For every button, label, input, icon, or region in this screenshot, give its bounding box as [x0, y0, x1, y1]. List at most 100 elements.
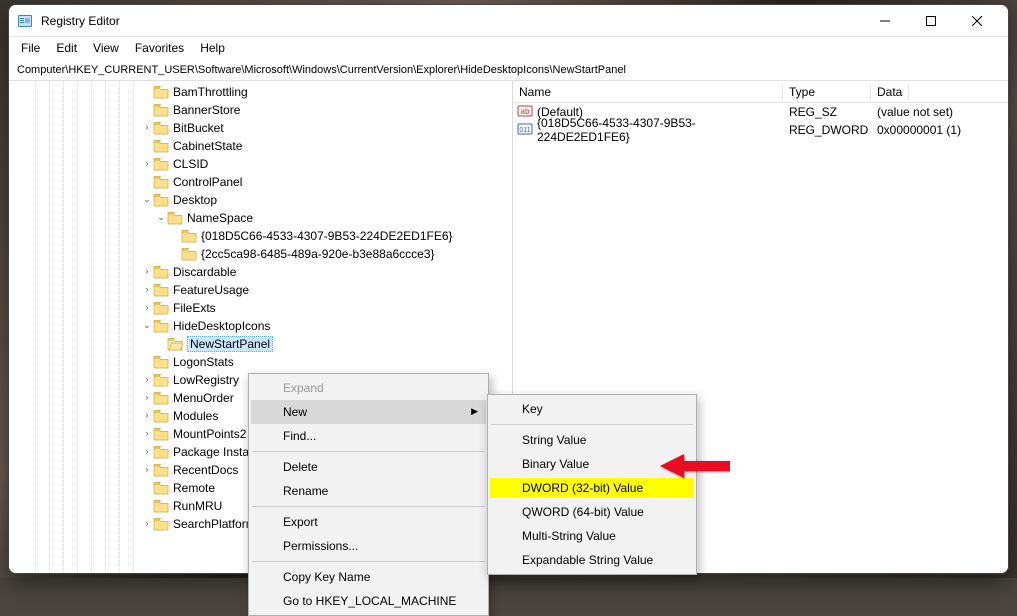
tree-label[interactable]: LowRegistry [173, 373, 239, 387]
tree-label[interactable]: Modules [173, 409, 218, 423]
context-item[interactable]: Find... [251, 424, 486, 448]
expand-icon[interactable]: ⌄ [141, 195, 153, 205]
tree-label[interactable]: CabinetState [173, 139, 242, 153]
svg-text:011: 011 [519, 127, 530, 134]
folder-icon [153, 355, 169, 369]
folder-icon [153, 319, 169, 333]
submenu-item[interactable]: Key [490, 397, 694, 421]
folder-icon [153, 373, 169, 387]
tree-label[interactable]: LogonStats [173, 355, 234, 369]
folder-icon [153, 85, 169, 99]
expand-icon[interactable]: › [141, 429, 153, 439]
tree-node[interactable]: ⌄ HideDesktopIcons [9, 317, 512, 335]
expand-icon[interactable]: ⌄ [155, 213, 167, 223]
tree-node[interactable]: LogonStats [9, 353, 512, 371]
menu-view[interactable]: View [85, 39, 127, 57]
tree-label[interactable]: HideDesktopIcons [173, 319, 270, 333]
tree-node[interactable]: {2cc5ca98-6485-489a-920e-b3e88a6ccce3} [9, 245, 512, 263]
separator [252, 506, 485, 507]
tree-label[interactable]: BitBucket [173, 121, 224, 135]
folder-icon [153, 283, 169, 297]
folder-icon [167, 211, 183, 225]
tree-node[interactable]: › CLSID [9, 155, 512, 173]
col-name[interactable]: Name [513, 83, 783, 101]
value-row[interactable]: 011{018D5C66-4533-4307-9B53-224DE2ED1FE6… [513, 121, 1008, 139]
folder-icon [167, 337, 183, 351]
tree-node[interactable]: BannerStore [9, 101, 512, 119]
context-item[interactable]: Go to HKEY_LOCAL_MACHINE [251, 589, 486, 613]
context-item[interactable]: Permissions... [251, 534, 486, 558]
tree-label[interactable]: FeatureUsage [173, 283, 249, 297]
submenu-item[interactable]: Expandable String Value [490, 548, 694, 572]
menu-edit[interactable]: Edit [48, 39, 85, 57]
tree-node[interactable]: › BitBucket [9, 119, 512, 137]
tree-label[interactable]: NewStartPanel [187, 336, 273, 352]
tree-label[interactable]: MountPoints2 [173, 427, 246, 441]
tree-label[interactable]: FileExts [173, 301, 216, 315]
tree-node[interactable]: › FeatureUsage [9, 281, 512, 299]
expand-icon[interactable]: › [141, 267, 153, 277]
tree-label[interactable]: NameSpace [187, 211, 253, 225]
titlebar[interactable]: Registry Editor [9, 5, 1008, 37]
submenu-item[interactable]: Multi-String Value [490, 524, 694, 548]
tree-node[interactable]: ControlPanel [9, 173, 512, 191]
expand-icon[interactable]: › [141, 159, 153, 169]
tree-label[interactable]: ControlPanel [173, 175, 242, 189]
folder-icon [153, 409, 169, 423]
tree-node[interactable]: ⌄ NameSpace [9, 209, 512, 227]
tree-label[interactable]: RunMRU [173, 499, 222, 513]
tree-label[interactable]: RecentDocs [173, 463, 238, 477]
submenu-item[interactable]: String Value [490, 428, 694, 452]
tree-node[interactable]: NewStartPanel [9, 335, 512, 353]
context-menu[interactable]: ExpandNew▶Find... DeleteRename ExportPermi… [248, 373, 489, 616]
tree-node[interactable]: {018D5C66-4533-4307-9B53-224DE2ED1FE6} [9, 227, 512, 245]
tree-label[interactable]: BannerStore [173, 103, 240, 117]
context-item[interactable]: Copy Key Name [251, 565, 486, 589]
menu-help[interactable]: Help [192, 39, 233, 57]
expand-icon[interactable]: › [141, 393, 153, 403]
expand-icon[interactable]: › [141, 519, 153, 529]
expand-icon[interactable]: › [141, 375, 153, 385]
expand-icon[interactable]: › [141, 447, 153, 457]
tree-node[interactable]: BamThrottling [9, 83, 512, 101]
tree-label[interactable]: CLSID [173, 157, 208, 171]
context-item[interactable]: New▶ [251, 400, 486, 424]
tree-node[interactable]: › Discardable [9, 263, 512, 281]
tree-node[interactable]: CabinetState [9, 137, 512, 155]
expand-icon[interactable]: ⌄ [141, 321, 153, 331]
tree-label[interactable]: Discardable [173, 265, 236, 279]
minimize-button[interactable] [862, 6, 908, 36]
tree-label[interactable]: Desktop [173, 193, 217, 207]
values-header[interactable]: Name Type Data [513, 81, 1008, 103]
tree-label[interactable]: Remote [173, 481, 215, 495]
folder-icon [181, 247, 197, 261]
close-button[interactable] [954, 6, 1000, 36]
folder-icon [153, 499, 169, 513]
expand-icon[interactable]: › [141, 465, 153, 475]
folder-icon [153, 301, 169, 315]
expand-icon[interactable]: › [141, 303, 153, 313]
expand-icon[interactable]: › [141, 285, 153, 295]
context-item[interactable]: Export [251, 510, 486, 534]
tree-label[interactable]: MenuOrder [173, 391, 234, 405]
submenu-item[interactable]: QWORD (64-bit) Value [490, 500, 694, 524]
folder-icon [181, 229, 197, 243]
context-item[interactable]: Rename [251, 479, 486, 503]
col-data[interactable]: Data [871, 83, 909, 101]
tree-label[interactable]: {2cc5ca98-6485-489a-920e-b3e88a6ccce3} [201, 247, 435, 261]
tree-node[interactable]: › FileExts [9, 299, 512, 317]
col-type[interactable]: Type [783, 83, 871, 101]
maximize-button[interactable] [908, 6, 954, 36]
menu-favorites[interactable]: Favorites [127, 39, 192, 57]
context-item[interactable]: Delete [251, 455, 486, 479]
tree-label[interactable]: {018D5C66-4533-4307-9B53-224DE2ED1FE6} [201, 229, 453, 243]
tree-node[interactable]: ⌄ Desktop [9, 191, 512, 209]
expand-icon[interactable]: › [141, 411, 153, 421]
tree-label[interactable]: BamThrottling [173, 85, 248, 99]
tree-label[interactable]: SearchPlatform [173, 517, 256, 531]
address-bar[interactable]: Computer\HKEY_CURRENT_USER\Software\Micr… [9, 59, 1008, 81]
context-item[interactable]: Expand [251, 376, 486, 400]
menu-file[interactable]: File [13, 39, 48, 57]
expand-icon[interactable]: › [141, 123, 153, 133]
value-data: (value not set) [871, 105, 953, 119]
